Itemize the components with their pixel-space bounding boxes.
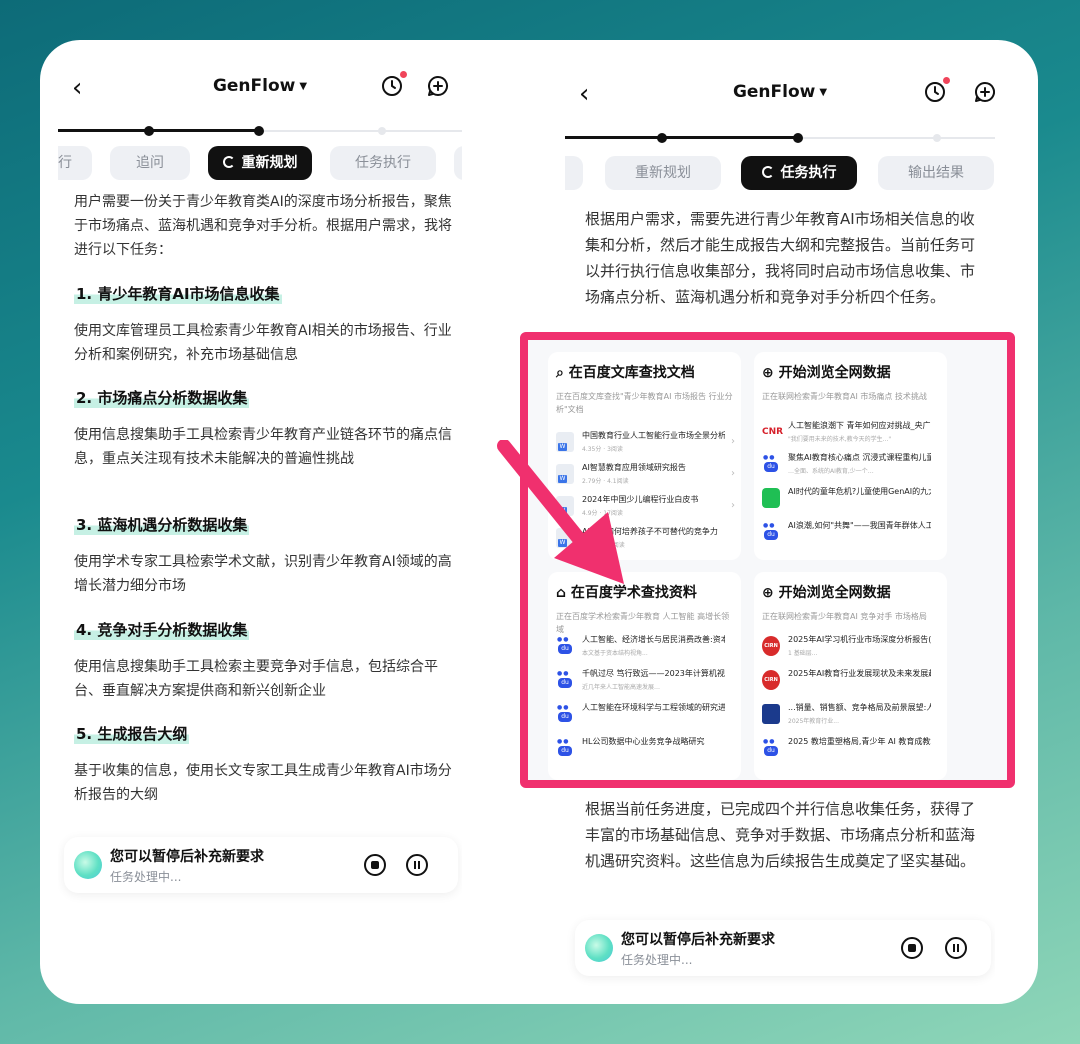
pause-prompt-bar: 您可以暂停后补充新要求 任务处理中... [575,920,991,976]
baidu-icon [762,454,780,474]
section-body: 使用信息搜集助手工具检索青少年教育产业链各环节的痛点信息，重点关注现有技术未能解… [74,427,452,467]
step-progress [565,133,995,143]
section-title: 4. 竞争对手分析数据收集 [74,619,250,640]
step-node [378,127,386,135]
step-tabs: 行 追问 重新规划 任务执行 [58,146,462,182]
section-body: 使用学术专家工具检索学术文献，识别青少年教育AI领域的高增长潜力细分市场 [74,554,452,594]
step-tabs: 重新规划 任务执行 输出结果 [565,156,995,192]
list-item[interactable]: CIRN2025年AI学习机行业市场深度分析报告(附...1 基础层... [762,634,941,664]
tab-task-execution[interactable]: 任务执行 [741,156,857,190]
assistant-avatar [74,851,102,879]
prompt-title: 您可以暂停后补充新要求 [621,932,775,948]
globe-icon: ⊕ [762,585,779,601]
section-title: 5. 生成报告大纲 [74,723,190,744]
section-body: 使用文库管理员工具检索青少年教育AI相关的市场报告、行业分析和案例研究，补充市场… [74,323,452,363]
baidu-icon [762,738,780,758]
baidu-icon [556,636,574,656]
panel-web-browse-competitors[interactable]: ⊕ 开始浏览全网数据 正在联网检索青少年教育AI 竞争对手 市场格局 CIRN 2… [754,572,947,780]
cirn-logo-icon: CIRN [762,636,780,656]
step-node [144,126,154,136]
panel-subtitle: 正在联网检索青少年教育AI 市场痛点 技术挑战 [762,392,927,401]
new-chat-icon[interactable] [426,74,450,98]
tab-replan[interactable]: 重新规划 [605,156,721,190]
panel-subtitle: 正在百度文库查找"青少年教育AI 市场报告 行业分析"文档 [556,392,733,414]
section-body: 使用信息搜集助手工具检索主要竞争对手信息，包括综合平台、垂直解决方案提供商和新兴… [74,659,438,699]
cirn-logo-icon: CIRN [762,670,780,690]
step-node [657,133,667,143]
site-logo-icon [762,704,780,724]
baidu-icon [556,670,574,690]
tab-partial[interactable] [454,146,462,180]
wechat-icon [762,488,780,508]
header: ‹ GenFlow ▼ [58,70,462,106]
left-phone-screen: ‹ GenFlow ▼ 行 追问 重新规划 任务执行 用户需要一份关于青少年教育… [58,40,462,1004]
history-icon[interactable] [380,71,407,98]
chevron-right-icon: › [731,468,735,479]
list-item[interactable]: 人工智能在环境科学与工程领域的研究进展 [556,702,735,732]
list-item[interactable]: CIRN2025年AI教育行业发展现状及未来发展趋势... [762,668,941,698]
list-item[interactable]: ...销量、销售额、竞争格局及前景展望:人工...2025年教育行业... [762,702,941,732]
section-title: 2. 市场痛点分析数据收集 [74,387,250,408]
list-item[interactable]: AI浪潮,如何"共舞"——我国青年群体人工智... [762,520,941,550]
panel-baidu-scholar[interactable]: ⌂ 在百度学术查找资料 正在百度学术检索青少年教育 人工智能 高增长领域 人工智… [548,572,741,780]
stop-button[interactable] [901,937,923,959]
tab-output[interactable]: 输出结果 [878,156,994,190]
notification-dot [943,77,950,84]
annotation-arrow-icon [497,440,624,584]
status-text: 任务处理中... [110,870,182,884]
panel-subtitle: 正在百度学术检索青少年教育 人工智能 高增长领域 [556,612,730,634]
list-item[interactable]: 聚焦AI教育核心痛点 沉浸式课程重构儿童AI...…全面、系统的AI教育,少一个… [762,452,941,482]
step-node [793,133,803,143]
step-node [254,126,264,136]
list-item[interactable]: HL公司数据中心业务竞争战略研究 [556,736,735,766]
section-title: 3. 蓝海机遇分析数据收集 [74,514,250,535]
list-item[interactable]: 千帆过尽 笃行致远——2023年计算机视觉安...近几年来人工智能高速发展… [556,668,735,698]
baidu-icon [556,704,574,724]
cnr-logo-icon: CNR [762,427,784,437]
pause-button[interactable] [945,937,967,959]
intro-text: 用户需要一份关于青少年教育类AI的深度市场分析报告，聚焦于市场痛点、蓝海机遇和竞… [74,194,452,258]
step-node [933,134,941,142]
loading-spinner-icon [222,156,235,168]
prompt-title: 您可以暂停后补充新要求 [110,849,264,865]
caret-down-icon: ▼ [299,81,308,92]
status-text: 任务处理中... [621,953,693,967]
notification-dot [400,71,407,78]
panel-web-browse-pain-points[interactable]: ⊕ 开始浏览全网数据 正在联网检索青少年教育AI 市场痛点 技术挑战 CNR 人工… [754,352,947,560]
caret-down-icon: ▼ [819,87,828,98]
assistant-avatar [585,934,613,962]
pause-button[interactable] [406,854,428,876]
panel-subtitle: 正在联网检索青少年教育AI 竞争对手 市场格局 [762,612,927,621]
tab-follow-up[interactable]: 追问 [110,146,190,180]
list-item[interactable]: 人工智能、经济增长与居民消费改善:资本结...本文基于资本结构视角... [556,634,735,664]
list-item[interactable]: AI时代的童年危机?儿童使用GenAI的九大挑... [762,486,941,516]
outro-text: 根据当前任务进度，已完成四个并行信息收集任务，获得了丰富的市场基础信息、竞争对手… [585,800,976,870]
list-item[interactable]: 2025 教培重塑格局,青少年 AI 教育成教培机... [762,736,941,766]
baidu-icon [556,738,574,758]
baidu-icon [762,522,780,542]
stop-button[interactable] [364,854,386,876]
section-title: 1. 青少年教育AI市场信息收集 [74,283,282,304]
list-item[interactable]: CNR 人工智能浪潮下 青年如何应对挑战_央广网 "我们要用未来的技术,教今天的学生… [762,420,941,450]
chevron-right-icon: › [731,436,735,447]
tab-partial[interactable] [565,156,583,190]
step-progress [58,126,462,136]
section-body: 基于收集的信息，使用长文专家工具生成青少年教育AI市场分析报告的大纲 [74,763,452,803]
globe-icon: ⊕ [762,365,779,381]
header: ‹ GenFlow ▼ [565,76,995,112]
tab-replan[interactable]: 重新规划 [208,146,312,180]
pause-prompt-bar: 您可以暂停后补充新要求 任务处理中... [64,837,458,893]
intro-text: 根据用户需求，需要先进行青少年教育AI市场相关信息的收集和分析，然后才能生成报告… [585,210,976,306]
tab-partial[interactable]: 行 [58,146,92,180]
loading-spinner-icon [761,166,774,178]
search-icon: ⌕ [556,365,569,381]
chevron-right-icon: › [731,500,735,511]
new-chat-icon[interactable] [973,80,995,104]
tab-task-execution[interactable]: 任务执行 [330,146,436,180]
history-icon[interactable] [923,77,950,104]
